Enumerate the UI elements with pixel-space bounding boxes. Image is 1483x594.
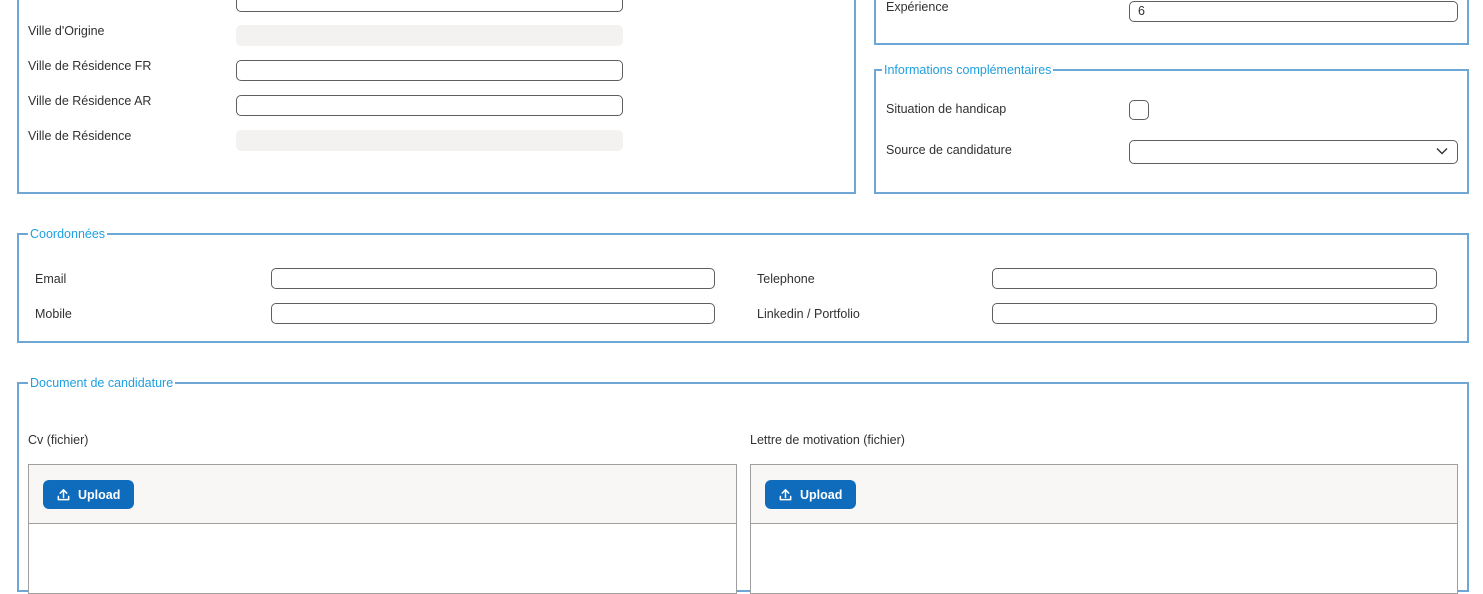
experience-label: Expérience	[886, 0, 949, 14]
email-input[interactable]	[271, 268, 715, 289]
top-cut-input[interactable]	[236, 0, 623, 12]
lettre-label: Lettre de motivation (fichier)	[750, 433, 905, 447]
ville-residence-ar-label: Ville de Résidence AR	[28, 94, 152, 108]
identity-fieldset: Ville d'Origine Ville de Résidence FR Vi…	[17, 0, 856, 194]
cv-upload-toolbar: Upload	[29, 465, 736, 524]
handicap-label: Situation de handicap	[886, 102, 1007, 116]
lettre-upload-area[interactable]: Upload	[750, 464, 1458, 594]
ville-origine-field	[236, 25, 623, 46]
upload-icon	[779, 489, 792, 501]
coordonnees-fieldset: Coordonnées Email Mobile Telephone Linke…	[17, 226, 1469, 343]
infos-legend: Informations complémentaires	[882, 62, 1054, 78]
linkedin-input[interactable]	[992, 303, 1437, 324]
documents-legend: Document de candidature	[28, 375, 176, 391]
source-dropdown[interactable]	[1129, 140, 1458, 164]
lettre-upload-toolbar: Upload	[751, 465, 1457, 524]
cv-label: Cv (fichier)	[28, 433, 89, 447]
linkedin-label: Linkedin / Portfolio	[757, 307, 860, 321]
infos-fieldset: Informations complémentaires Situation d…	[874, 62, 1469, 194]
chevron-down-icon	[1436, 148, 1448, 155]
lettre-upload-label: Upload	[800, 487, 843, 502]
ville-residence-field	[236, 130, 623, 151]
cv-upload-button[interactable]: Upload	[43, 480, 135, 509]
cv-upload-label: Upload	[78, 487, 121, 502]
ville-residence-ar-input[interactable]	[236, 95, 623, 116]
telephone-label: Telephone	[757, 272, 815, 286]
ville-origine-label: Ville d'Origine	[28, 24, 105, 38]
source-label: Source de candidature	[886, 143, 1012, 157]
upload-icon	[57, 489, 70, 501]
handicap-checkbox[interactable]	[1129, 100, 1149, 120]
ville-residence-label: Ville de Résidence	[28, 129, 132, 143]
cv-upload-area[interactable]: Upload	[28, 464, 737, 594]
email-label: Email	[35, 272, 67, 286]
experience-input[interactable]: 6	[1129, 1, 1458, 22]
ville-residence-fr-input[interactable]	[236, 60, 623, 81]
experience-fieldset: Expérience 6	[874, 0, 1469, 45]
coordonnees-legend: Coordonnées	[28, 226, 108, 242]
mobile-input[interactable]	[271, 303, 715, 324]
documents-fieldset: Document de candidature Cv (fichier) Upl…	[17, 375, 1469, 594]
mobile-label: Mobile	[35, 307, 72, 321]
ville-residence-fr-label: Ville de Résidence FR	[28, 59, 152, 73]
lettre-upload-button[interactable]: Upload	[765, 480, 857, 509]
telephone-input[interactable]	[992, 268, 1437, 289]
